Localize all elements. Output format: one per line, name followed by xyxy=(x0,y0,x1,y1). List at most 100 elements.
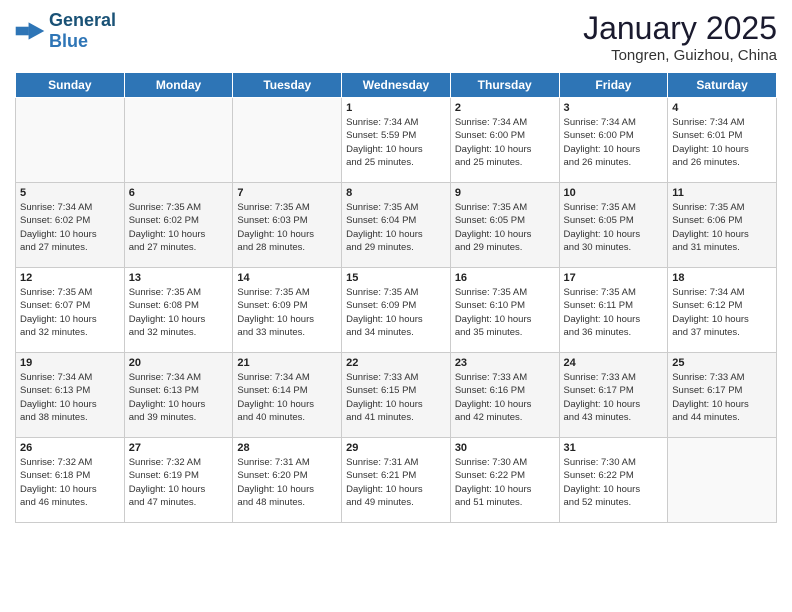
calendar-cell: 16 Sunrise: 7:35 AM Sunset: 6:10 PM Dayli… xyxy=(450,268,559,353)
calendar-cell: 23 Sunrise: 7:33 AM Sunset: 6:16 PM Dayli… xyxy=(450,353,559,438)
day-info: Sunrise: 7:31 AM Sunset: 6:21 PM Dayligh… xyxy=(346,456,446,509)
day-number: 7 xyxy=(237,187,337,199)
calendar-cell: 4 Sunrise: 7:34 AM Sunset: 6:01 PM Daylig… xyxy=(668,98,777,183)
day-info: Sunrise: 7:34 AM Sunset: 6:13 PM Dayligh… xyxy=(20,371,120,424)
day-number: 16 xyxy=(455,272,555,284)
calendar-cell: 27 Sunrise: 7:32 AM Sunset: 6:19 PM Dayli… xyxy=(124,438,233,523)
day-number: 21 xyxy=(237,357,337,369)
calendar-cell: 26Sunrise: 7:32 AM Sunset: 6:18 PM Dayli… xyxy=(16,438,125,523)
calendar-body: 1Sunrise: 7:34 AM Sunset: 5:59 PM Daylig… xyxy=(16,98,777,523)
day-number: 27 xyxy=(129,442,229,454)
week-row-3: 12Sunrise: 7:35 AM Sunset: 6:07 PM Dayli… xyxy=(16,268,777,353)
days-of-week-row: SundayMondayTuesdayWednesdayThursdayFrid… xyxy=(16,73,777,98)
day-info: Sunrise: 7:34 AM Sunset: 6:00 PM Dayligh… xyxy=(564,116,664,169)
day-info: Sunrise: 7:32 AM Sunset: 6:19 PM Dayligh… xyxy=(129,456,229,509)
day-info: Sunrise: 7:35 AM Sunset: 6:02 PM Dayligh… xyxy=(129,201,229,254)
calendar-cell: 7 Sunrise: 7:35 AM Sunset: 6:03 PM Daylig… xyxy=(233,183,342,268)
day-header-friday: Friday xyxy=(559,73,668,98)
day-info: Sunrise: 7:35 AM Sunset: 6:05 PM Dayligh… xyxy=(455,201,555,254)
main-container: General Blue January 2025 Tongren, Guizh… xyxy=(0,0,792,533)
day-info: Sunrise: 7:31 AM Sunset: 6:20 PM Dayligh… xyxy=(237,456,337,509)
day-header-tuesday: Tuesday xyxy=(233,73,342,98)
calendar-cell: 22 Sunrise: 7:33 AM Sunset: 6:15 PM Dayli… xyxy=(342,353,451,438)
calendar-header: SundayMondayTuesdayWednesdayThursdayFrid… xyxy=(16,73,777,98)
day-number: 14 xyxy=(237,272,337,284)
day-info: Sunrise: 7:35 AM Sunset: 6:05 PM Dayligh… xyxy=(564,201,664,254)
day-number: 18 xyxy=(672,272,772,284)
day-info: Sunrise: 7:33 AM Sunset: 6:15 PM Dayligh… xyxy=(346,371,446,424)
calendar-cell: 29Sunrise: 7:31 AM Sunset: 6:21 PM Dayli… xyxy=(342,438,451,523)
day-info: Sunrise: 7:33 AM Sunset: 6:16 PM Dayligh… xyxy=(455,371,555,424)
calendar-cell: 12Sunrise: 7:35 AM Sunset: 6:07 PM Dayli… xyxy=(16,268,125,353)
day-header-monday: Monday xyxy=(124,73,233,98)
calendar-cell xyxy=(16,98,125,183)
calendar-cell: 24 Sunrise: 7:33 AM Sunset: 6:17 PM Dayli… xyxy=(559,353,668,438)
day-info: Sunrise: 7:35 AM Sunset: 6:09 PM Dayligh… xyxy=(346,286,446,339)
day-number: 15 xyxy=(346,272,446,284)
day-header-sunday: Sunday xyxy=(16,73,125,98)
day-number: 4 xyxy=(672,102,772,114)
day-number: 2 xyxy=(455,102,555,114)
day-info: Sunrise: 7:34 AM Sunset: 6:12 PM Dayligh… xyxy=(672,286,772,339)
calendar-cell: 11Sunrise: 7:35 AM Sunset: 6:06 PM Dayli… xyxy=(668,183,777,268)
day-info: Sunrise: 7:32 AM Sunset: 6:18 PM Dayligh… xyxy=(20,456,120,509)
calendar-cell: 31 Sunrise: 7:30 AM Sunset: 6:22 PM Dayli… xyxy=(559,438,668,523)
calendar-cell: 20Sunrise: 7:34 AM Sunset: 6:13 PM Dayli… xyxy=(124,353,233,438)
week-row-2: 5Sunrise: 7:34 AM Sunset: 6:02 PM Daylig… xyxy=(16,183,777,268)
day-number: 23 xyxy=(455,357,555,369)
calendar-cell: 28Sunrise: 7:31 AM Sunset: 6:20 PM Dayli… xyxy=(233,438,342,523)
day-info: Sunrise: 7:35 AM Sunset: 6:09 PM Dayligh… xyxy=(237,286,337,339)
day-number: 19 xyxy=(20,357,120,369)
calendar-cell: 17 Sunrise: 7:35 AM Sunset: 6:11 PM Dayli… xyxy=(559,268,668,353)
day-info: Sunrise: 7:35 AM Sunset: 6:08 PM Dayligh… xyxy=(129,286,229,339)
calendar-cell: 6 Sunrise: 7:35 AM Sunset: 6:02 PM Daylig… xyxy=(124,183,233,268)
day-info: Sunrise: 7:30 AM Sunset: 6:22 PM Dayligh… xyxy=(455,456,555,509)
header: General Blue January 2025 Tongren, Guizh… xyxy=(15,10,777,64)
week-row-4: 19 Sunrise: 7:34 AM Sunset: 6:13 PM Dayli… xyxy=(16,353,777,438)
day-number: 24 xyxy=(564,357,664,369)
day-info: Sunrise: 7:35 AM Sunset: 6:11 PM Dayligh… xyxy=(564,286,664,339)
day-number: 22 xyxy=(346,357,446,369)
day-number: 31 xyxy=(564,442,664,454)
day-number: 5 xyxy=(20,187,120,199)
day-number: 17 xyxy=(564,272,664,284)
logo-general: General xyxy=(49,10,116,30)
day-header-thursday: Thursday xyxy=(450,73,559,98)
day-info: Sunrise: 7:33 AM Sunset: 6:17 PM Dayligh… xyxy=(672,371,772,424)
day-info: Sunrise: 7:30 AM Sunset: 6:22 PM Dayligh… xyxy=(564,456,664,509)
calendar-cell: 3 Sunrise: 7:34 AM Sunset: 6:00 PM Daylig… xyxy=(559,98,668,183)
day-info: Sunrise: 7:34 AM Sunset: 6:00 PM Dayligh… xyxy=(455,116,555,169)
calendar-cell: 21Sunrise: 7:34 AM Sunset: 6:14 PM Dayli… xyxy=(233,353,342,438)
day-number: 11 xyxy=(672,187,772,199)
calendar-cell xyxy=(233,98,342,183)
day-number: 10 xyxy=(564,187,664,199)
day-number: 20 xyxy=(129,357,229,369)
calendar-cell: 14 Sunrise: 7:35 AM Sunset: 6:09 PM Dayli… xyxy=(233,268,342,353)
day-info: Sunrise: 7:35 AM Sunset: 6:10 PM Dayligh… xyxy=(455,286,555,339)
logo-text: General Blue xyxy=(49,10,116,52)
calendar-cell: 18 Sunrise: 7:34 AM Sunset: 6:12 PM Dayli… xyxy=(668,268,777,353)
day-info: Sunrise: 7:34 AM Sunset: 6:01 PM Dayligh… xyxy=(672,116,772,169)
day-number: 30 xyxy=(455,442,555,454)
calendar-table: SundayMondayTuesdayWednesdayThursdayFrid… xyxy=(15,72,777,523)
day-header-saturday: Saturday xyxy=(668,73,777,98)
day-info: Sunrise: 7:33 AM Sunset: 6:17 PM Dayligh… xyxy=(564,371,664,424)
day-number: 3 xyxy=(564,102,664,114)
day-number: 9 xyxy=(455,187,555,199)
day-number: 13 xyxy=(129,272,229,284)
day-number: 8 xyxy=(346,187,446,199)
calendar-cell: 30 Sunrise: 7:30 AM Sunset: 6:22 PM Dayli… xyxy=(450,438,559,523)
calendar-cell: 2 Sunrise: 7:34 AM Sunset: 6:00 PM Daylig… xyxy=(450,98,559,183)
logo: General Blue xyxy=(15,10,116,52)
calendar-cell xyxy=(124,98,233,183)
day-info: Sunrise: 7:35 AM Sunset: 6:03 PM Dayligh… xyxy=(237,201,337,254)
calendar-cell xyxy=(668,438,777,523)
calendar-cell: 5Sunrise: 7:34 AM Sunset: 6:02 PM Daylig… xyxy=(16,183,125,268)
calendar-cell: 10 Sunrise: 7:35 AM Sunset: 6:05 PM Dayli… xyxy=(559,183,668,268)
logo-icon xyxy=(15,21,45,41)
day-header-wednesday: Wednesday xyxy=(342,73,451,98)
day-number: 12 xyxy=(20,272,120,284)
day-number: 6 xyxy=(129,187,229,199)
location-title: Tongren, Guizhou, China xyxy=(583,47,777,64)
calendar-cell: 13 Sunrise: 7:35 AM Sunset: 6:08 PM Dayli… xyxy=(124,268,233,353)
